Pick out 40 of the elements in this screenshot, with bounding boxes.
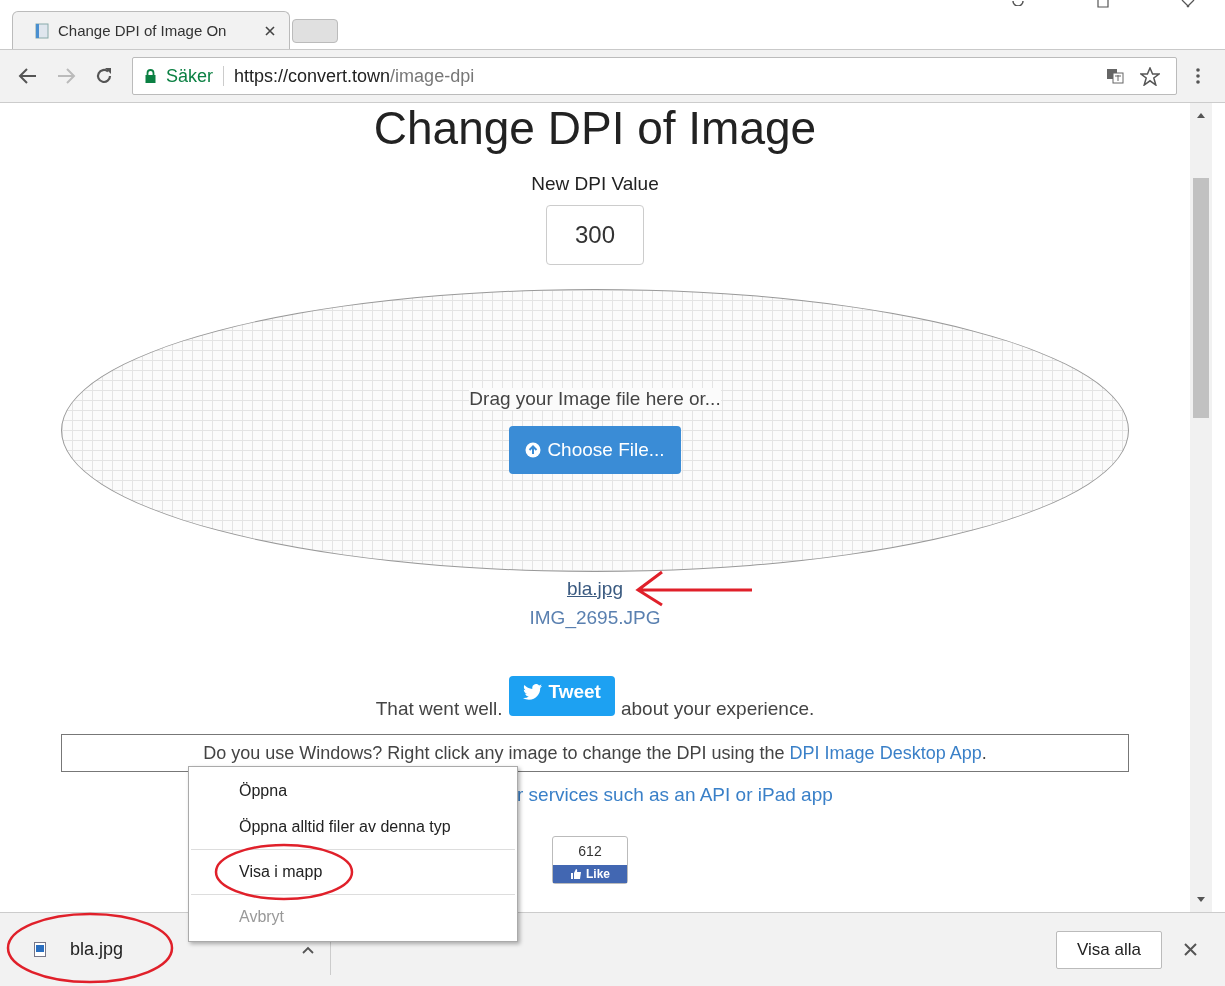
- drop-zone[interactable]: Drag your Image file here or... Choose File...: [61, 289, 1129, 572]
- like-widget[interactable]: 612 Like: [552, 836, 628, 884]
- caret-icon[interactable]: [302, 945, 314, 954]
- menu-icon[interactable]: [1195, 67, 1201, 85]
- desktop-app-link[interactable]: DPI Image Desktop App: [789, 743, 982, 763]
- drop-instructions: Drag your Image file here or...: [469, 387, 721, 410]
- scroll-up-icon[interactable]: [1197, 113, 1205, 118]
- like-count: 612: [577, 842, 603, 861]
- page-title: Change DPI of Image: [373, 103, 817, 153]
- browser-tab[interactable]: Change DPI of Image On: [12, 11, 290, 49]
- translate-icon[interactable]: [1106, 68, 1124, 84]
- address-bar[interactable]: Säker https://convert.town/image-dpi: [132, 57, 1177, 95]
- star-icon[interactable]: [1140, 66, 1160, 86]
- like-button[interactable]: Like: [553, 865, 627, 883]
- scroll-down-icon[interactable]: [1197, 897, 1205, 902]
- upload-icon: [525, 441, 542, 458]
- download-filename: bla.jpg: [70, 939, 125, 960]
- tweet-trail-text: about your experience.: [620, 698, 815, 720]
- tweet-lead-text: That went well.: [375, 698, 503, 720]
- show-all-button[interactable]: Visa alla: [1056, 930, 1162, 969]
- services-link[interactable]: r services such as an API or iPad app: [517, 784, 833, 805]
- menu-item[interactable]: Öppna: [189, 773, 517, 809]
- url-text: https://convert.town/image-dpi: [234, 65, 476, 87]
- bird-icon: [522, 684, 543, 700]
- lock-icon: [145, 69, 156, 83]
- dpi-label: New DPI Value: [531, 173, 659, 195]
- choose-file-button[interactable]: Choose File...: [509, 425, 681, 474]
- file-link[interactable]: bla.jpg: [567, 574, 623, 603]
- menu-item[interactable]: Visa i mapp: [189, 854, 517, 890]
- reload-icon[interactable]: [94, 66, 114, 86]
- image-file-icon: [34, 942, 46, 957]
- dpi-input[interactable]: 300: [546, 205, 644, 265]
- scrollbar-thumb[interactable]: [1193, 178, 1209, 418]
- maximize-icon[interactable]: [1097, 0, 1109, 8]
- file-link[interactable]: IMG_2695.JPG: [529, 603, 661, 632]
- back-icon[interactable]: [18, 67, 38, 85]
- menu-item[interactable]: Öppna alltid filer av denna typ: [189, 809, 517, 845]
- document-icon: [35, 22, 49, 39]
- thumbs-up-icon: [570, 868, 582, 880]
- security-label: Säker: [166, 65, 214, 87]
